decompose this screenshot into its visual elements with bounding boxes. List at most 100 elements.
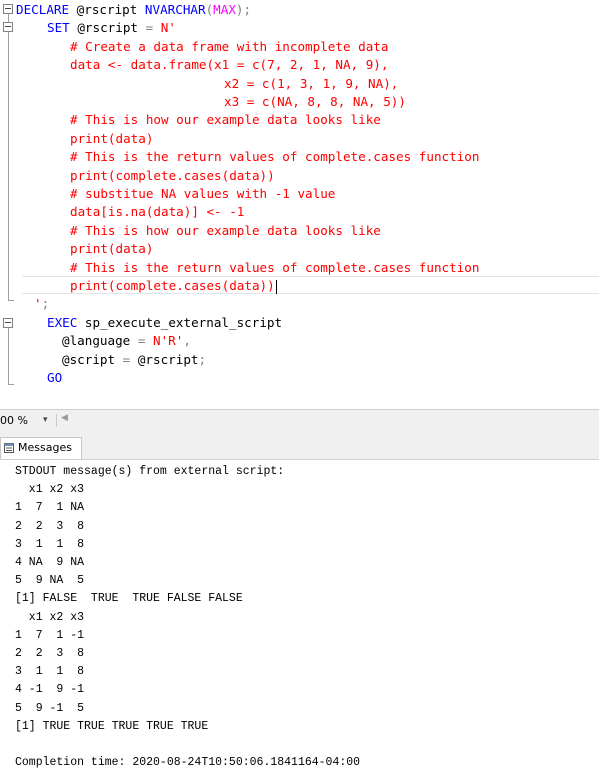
code-line-text: '; (34, 295, 49, 313)
message-line: 3 1 1 8 (15, 665, 85, 679)
code-token: @script (62, 351, 123, 367)
code-token: # Create a data frame with incomplete da… (70, 38, 389, 54)
code-token: GO (47, 370, 63, 385)
tab-messages[interactable]: Messages (0, 437, 82, 459)
code-line-text: x3 = c(NA, 8, 8, NA, 5)) (224, 93, 406, 111)
code-line-text: # This is how our example data looks lik… (70, 222, 381, 240)
code-token: @rscript (69, 20, 146, 36)
zoom-dropdown[interactable]: 00 % ▾ (0, 413, 54, 428)
code-line-text: DECLARE @rscript NVARCHAR(MAX); (16, 1, 251, 19)
message-line: [1] TRUE TRUE TRUE TRUE TRUE (15, 719, 209, 733)
code-line-text: x2 = c(1, 3, 1, 9, NA), (224, 75, 398, 93)
editor-statusbar: 00 % ▾ ◀ (0, 409, 599, 432)
code-token: DECLARE (16, 2, 70, 17)
code-token: print(data) (70, 130, 154, 146)
code-token: EXEC (47, 314, 78, 330)
tab-messages-label: Messages (18, 441, 72, 454)
code-token: # This is the return values of complete.… (70, 259, 480, 275)
message-line: 2 2 3 8 (15, 647, 85, 660)
message-line: x1 x2 x3 (15, 483, 85, 497)
code-line-text: print(complete.cases(data)) (70, 277, 277, 295)
code-token: @language (62, 333, 138, 349)
code-token: ; (41, 296, 50, 312)
code-line-text: @script = @rscript; (62, 351, 206, 369)
scroll-left-icon[interactable]: ◀ (61, 413, 68, 423)
code-line-text: # substitue NA values with -1 value (70, 185, 335, 203)
code-line-text: data[is.na(data)] <- -1 (70, 203, 244, 221)
message-line: 1 7 1 NA (15, 501, 85, 515)
code-line: print(complete.cases(data)) (0, 167, 599, 185)
code-token: data <- data.frame(x1 = c(7, 2, 1, NA, 9… (70, 57, 389, 73)
code-token: ); (235, 2, 252, 17)
code-line-text: # This is the return values of complete.… (70, 259, 479, 277)
code-line: SET @rscript = N' (0, 19, 599, 37)
message-line: 5 9 -1 5 (15, 701, 85, 715)
code-line: EXEC sp_execute_external_script (0, 314, 599, 332)
code-token: ; (198, 351, 207, 367)
code-token: # This is the return values of complete.… (70, 149, 480, 165)
code-line-text: GO (47, 369, 62, 387)
code-token: print(complete.cases(data)) (70, 167, 275, 183)
messages-pane[interactable]: STDOUT message(s) from external script: … (0, 460, 599, 776)
messages-icon (4, 443, 14, 453)
code-token: data[is.na(data)] <- -1 (70, 204, 245, 220)
code-line: # This is how our example data looks lik… (0, 111, 599, 129)
code-token: @rscript (69, 2, 145, 17)
divider (56, 414, 57, 427)
code-line: print(data) (0, 130, 599, 148)
code-token: # substitue NA values with -1 value (70, 186, 336, 201)
code-line-text: data <- data.frame(x1 = c(7, 2, 1, NA, 9… (70, 56, 388, 74)
code-line: @language = N'R', (0, 332, 599, 350)
code-line: '; (0, 295, 599, 313)
code-line: x3 = c(NA, 8, 8, NA, 5)) (0, 93, 599, 111)
code-line: GO (0, 369, 599, 387)
code-line-text: # This is the return values of complete.… (70, 148, 479, 166)
code-token: x3 = c(NA, 8, 8, NA, 5)) (224, 94, 406, 109)
code-line-text: print(complete.cases(data)) (70, 167, 275, 185)
message-line: x1 x2 x3 (15, 610, 85, 624)
message-line: 1 7 1 -1 (15, 628, 85, 642)
code-token: , (183, 333, 191, 349)
code-line-text: @language = N'R', (62, 332, 191, 350)
code-token: print(data) (70, 241, 154, 257)
code-line: data <- data.frame(x1 = c(7, 2, 1, NA, 9… (0, 56, 599, 74)
message-line: 5 9 NA 5 (15, 574, 85, 588)
code-line-text: EXEC sp_execute_external_script (47, 314, 282, 332)
code-line: # This is the return values of complete.… (0, 259, 599, 277)
code-line-text: print(data) (70, 240, 153, 258)
code-token: print(complete.cases(data)) (70, 278, 275, 293)
code-line-text: # This is how our example data looks lik… (70, 111, 381, 129)
code-line: # This is how our example data looks lik… (0, 222, 599, 240)
code-line: x2 = c(1, 3, 1, 9, NA), (0, 75, 599, 93)
message-line: 3 1 1 8 (15, 537, 85, 551)
code-line: # substitue NA values with -1 value (0, 185, 599, 203)
message-line: STDOUT message(s) from external script: (15, 465, 285, 478)
message-line: 4 NA 9 NA (15, 556, 85, 569)
message-line: [1] FALSE TRUE TRUE FALSE FALSE (15, 592, 243, 606)
code-token: # This is how our example data looks lik… (70, 222, 381, 238)
code-line: DECLARE @rscript NVARCHAR(MAX); (0, 1, 599, 19)
code-token: NVARCHAR (144, 2, 206, 17)
code-line-text: print(data) (70, 130, 153, 148)
zoom-value: 00 % (0, 414, 28, 427)
code-line: @script = @rscript; (0, 351, 599, 369)
code-line: # This is the return values of complete.… (0, 148, 599, 166)
code-token: SET (47, 20, 70, 36)
code-token: @rscript (130, 351, 199, 367)
chevron-down-icon: ▾ (43, 415, 48, 425)
code-token: ' (34, 296, 42, 312)
code-line: # Create a data frame with incomplete da… (0, 38, 599, 56)
code-token: MAX (213, 2, 236, 17)
code-line: print(complete.cases(data)) (0, 277, 599, 295)
code-token: N' (160, 20, 176, 36)
code-line: data[is.na(data)] <- -1 (0, 203, 599, 221)
code-token: # This is how our example data looks lik… (70, 112, 381, 128)
sql-editor[interactable]: DECLARE @rscript NVARCHAR(MAX); SET @rscr… (0, 0, 599, 409)
completion-time-line: Completion time: 2020-08-24T10:50:06.184… (15, 756, 361, 770)
code-token: x2 = c(1, 3, 1, 9, NA), (224, 75, 399, 91)
code-token: sp_execute_external_script (77, 314, 283, 330)
code-line-text: # Create a data frame with incomplete da… (70, 38, 388, 56)
message-line: 2 2 3 8 (15, 519, 85, 533)
